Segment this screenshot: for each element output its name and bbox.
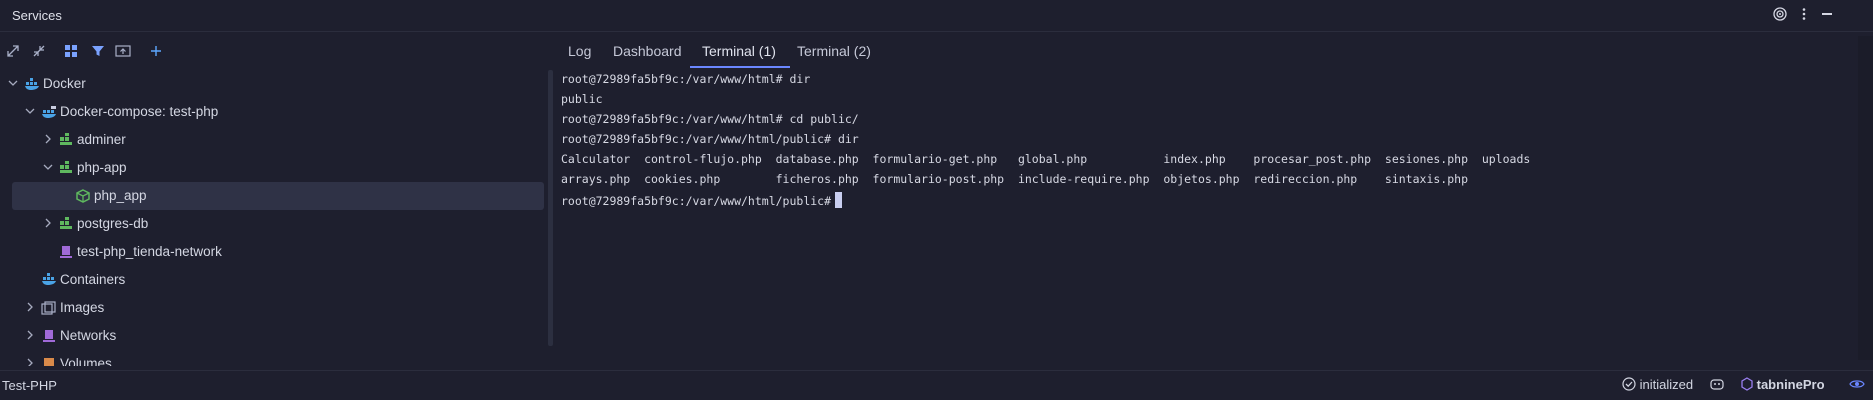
chevron-right-icon[interactable]: [23, 329, 37, 343]
service-icon: [57, 160, 75, 176]
group-icon[interactable]: [64, 44, 78, 61]
active-tab-indicator: [690, 66, 790, 68]
tree-item-label: adminer: [77, 132, 126, 147]
tool-window-title: Services: [12, 8, 62, 23]
copilot-icon[interactable]: [1709, 377, 1725, 394]
tree-item-label: Containers: [60, 272, 126, 287]
tab-dashboard[interactable]: Dashboard: [613, 43, 682, 59]
tabnine-icon: [1741, 377, 1753, 391]
chevron-down-icon[interactable]: [23, 105, 37, 119]
chevron-down-icon[interactable]: [6, 77, 20, 91]
tree-item-volumes[interactable]: Volumes: [0, 350, 548, 366]
tree-item-php-app[interactable]: php-app: [0, 154, 548, 182]
images-icon: [40, 300, 58, 316]
tabnine-pro-label: Pro: [1802, 377, 1825, 392]
status-bar: Test-PHP initialized tabninePro: [0, 370, 1873, 400]
terminal-line: public: [561, 92, 603, 106]
kebab-menu-icon[interactable]: [1801, 7, 1807, 24]
right-gutter: [1858, 36, 1873, 360]
services-tree: Docker Docker-compose: test-php adminer …: [0, 70, 548, 366]
tree-item-label: php-app: [77, 160, 127, 175]
docker-icon: [23, 76, 41, 92]
tree-item-label: Images: [60, 300, 105, 315]
tree-item-postgres-db[interactable]: postgres-db: [0, 210, 548, 238]
chevron-right-icon[interactable]: [41, 133, 55, 147]
terminal-line: root@72989fa5bf9c:/var/www/html/public# …: [561, 132, 859, 146]
tool-window-header: Services: [0, 0, 1873, 32]
tree-item-php-app-container[interactable]: php_app: [0, 182, 548, 210]
docker-compose-icon: [40, 104, 58, 120]
new-tab-icon[interactable]: [115, 44, 131, 61]
terminal-prompt: root@72989fa5bf9c:/var/www/html/public#: [561, 194, 832, 208]
services-toolbar: [0, 38, 550, 66]
collapse-all-icon[interactable]: [32, 44, 46, 61]
tree-item-network[interactable]: test-php_tienda-network: [0, 238, 548, 266]
initialized-label: initialized: [1639, 377, 1694, 392]
tree-item-label: Docker: [43, 76, 86, 91]
chevron-right-icon[interactable]: [23, 357, 37, 366]
terminal-cursor: [835, 192, 843, 208]
chevron-right-icon[interactable]: [41, 217, 55, 231]
chevron-down-icon[interactable]: [41, 161, 55, 175]
minimize-icon[interactable]: [1821, 7, 1833, 24]
tree-item-images[interactable]: Images: [0, 294, 548, 322]
tree-item-label: Volumes: [60, 356, 112, 366]
tree-item-docker-compose[interactable]: Docker-compose: test-php: [0, 98, 548, 126]
network-icon: [40, 328, 58, 344]
tree-item-docker[interactable]: Docker: [0, 70, 548, 98]
tab-terminal-1[interactable]: Terminal (1): [702, 43, 776, 59]
chevron-right-icon[interactable]: [23, 301, 37, 315]
tree-item-label: test-php_tienda-network: [77, 244, 222, 259]
terminal-output[interactable]: root@72989fa5bf9c:/var/www/html# dir pub…: [556, 70, 1856, 360]
terminal-line: Calculator control-flujo.php database.ph…: [561, 152, 1531, 166]
panel-splitter[interactable]: [548, 70, 553, 346]
containers-icon: [40, 272, 58, 288]
console-tabs: Log Dashboard Terminal (1) Terminal (2): [556, 36, 1856, 68]
terminal-prompt-line: root@72989fa5bf9c:/var/www/html/public#: [561, 192, 843, 208]
check-circle-icon: [1622, 377, 1636, 391]
container-icon: [74, 188, 92, 204]
tree-item-containers[interactable]: Containers: [0, 266, 548, 294]
initialized-status[interactable]: initialized: [1622, 377, 1693, 392]
terminal-line: root@72989fa5bf9c:/var/www/html# cd publ…: [561, 112, 859, 126]
service-icon: [57, 132, 75, 148]
service-icon: [57, 216, 75, 232]
tree-item-label: Networks: [60, 328, 117, 343]
tab-log[interactable]: Log: [568, 43, 591, 59]
expand-all-icon[interactable]: [6, 44, 20, 61]
tree-item-networks[interactable]: Networks: [0, 322, 548, 350]
tree-item-adminer[interactable]: adminer: [0, 126, 548, 154]
network-icon: [57, 244, 75, 260]
project-name[interactable]: Test-PHP: [2, 378, 57, 393]
terminal-line: root@72989fa5bf9c:/var/www/html# dir: [561, 72, 811, 86]
tree-item-label: postgres-db: [77, 216, 149, 231]
filter-icon[interactable]: [91, 44, 105, 61]
tabnine-label: tabnine: [1756, 377, 1803, 392]
tree-item-label: Docker-compose: test-php: [60, 104, 219, 119]
eye-icon[interactable]: [1849, 377, 1865, 394]
add-icon[interactable]: [150, 44, 162, 61]
tree-item-label: php_app: [94, 188, 147, 203]
terminal-line: arrays.php cookies.php ficheros.php form…: [561, 172, 1468, 186]
tab-terminal-2[interactable]: Terminal (2): [797, 43, 871, 59]
volume-icon: [40, 356, 58, 366]
tabnine-status[interactable]: tabninePro: [1741, 377, 1825, 392]
target-icon[interactable]: [1773, 7, 1787, 24]
